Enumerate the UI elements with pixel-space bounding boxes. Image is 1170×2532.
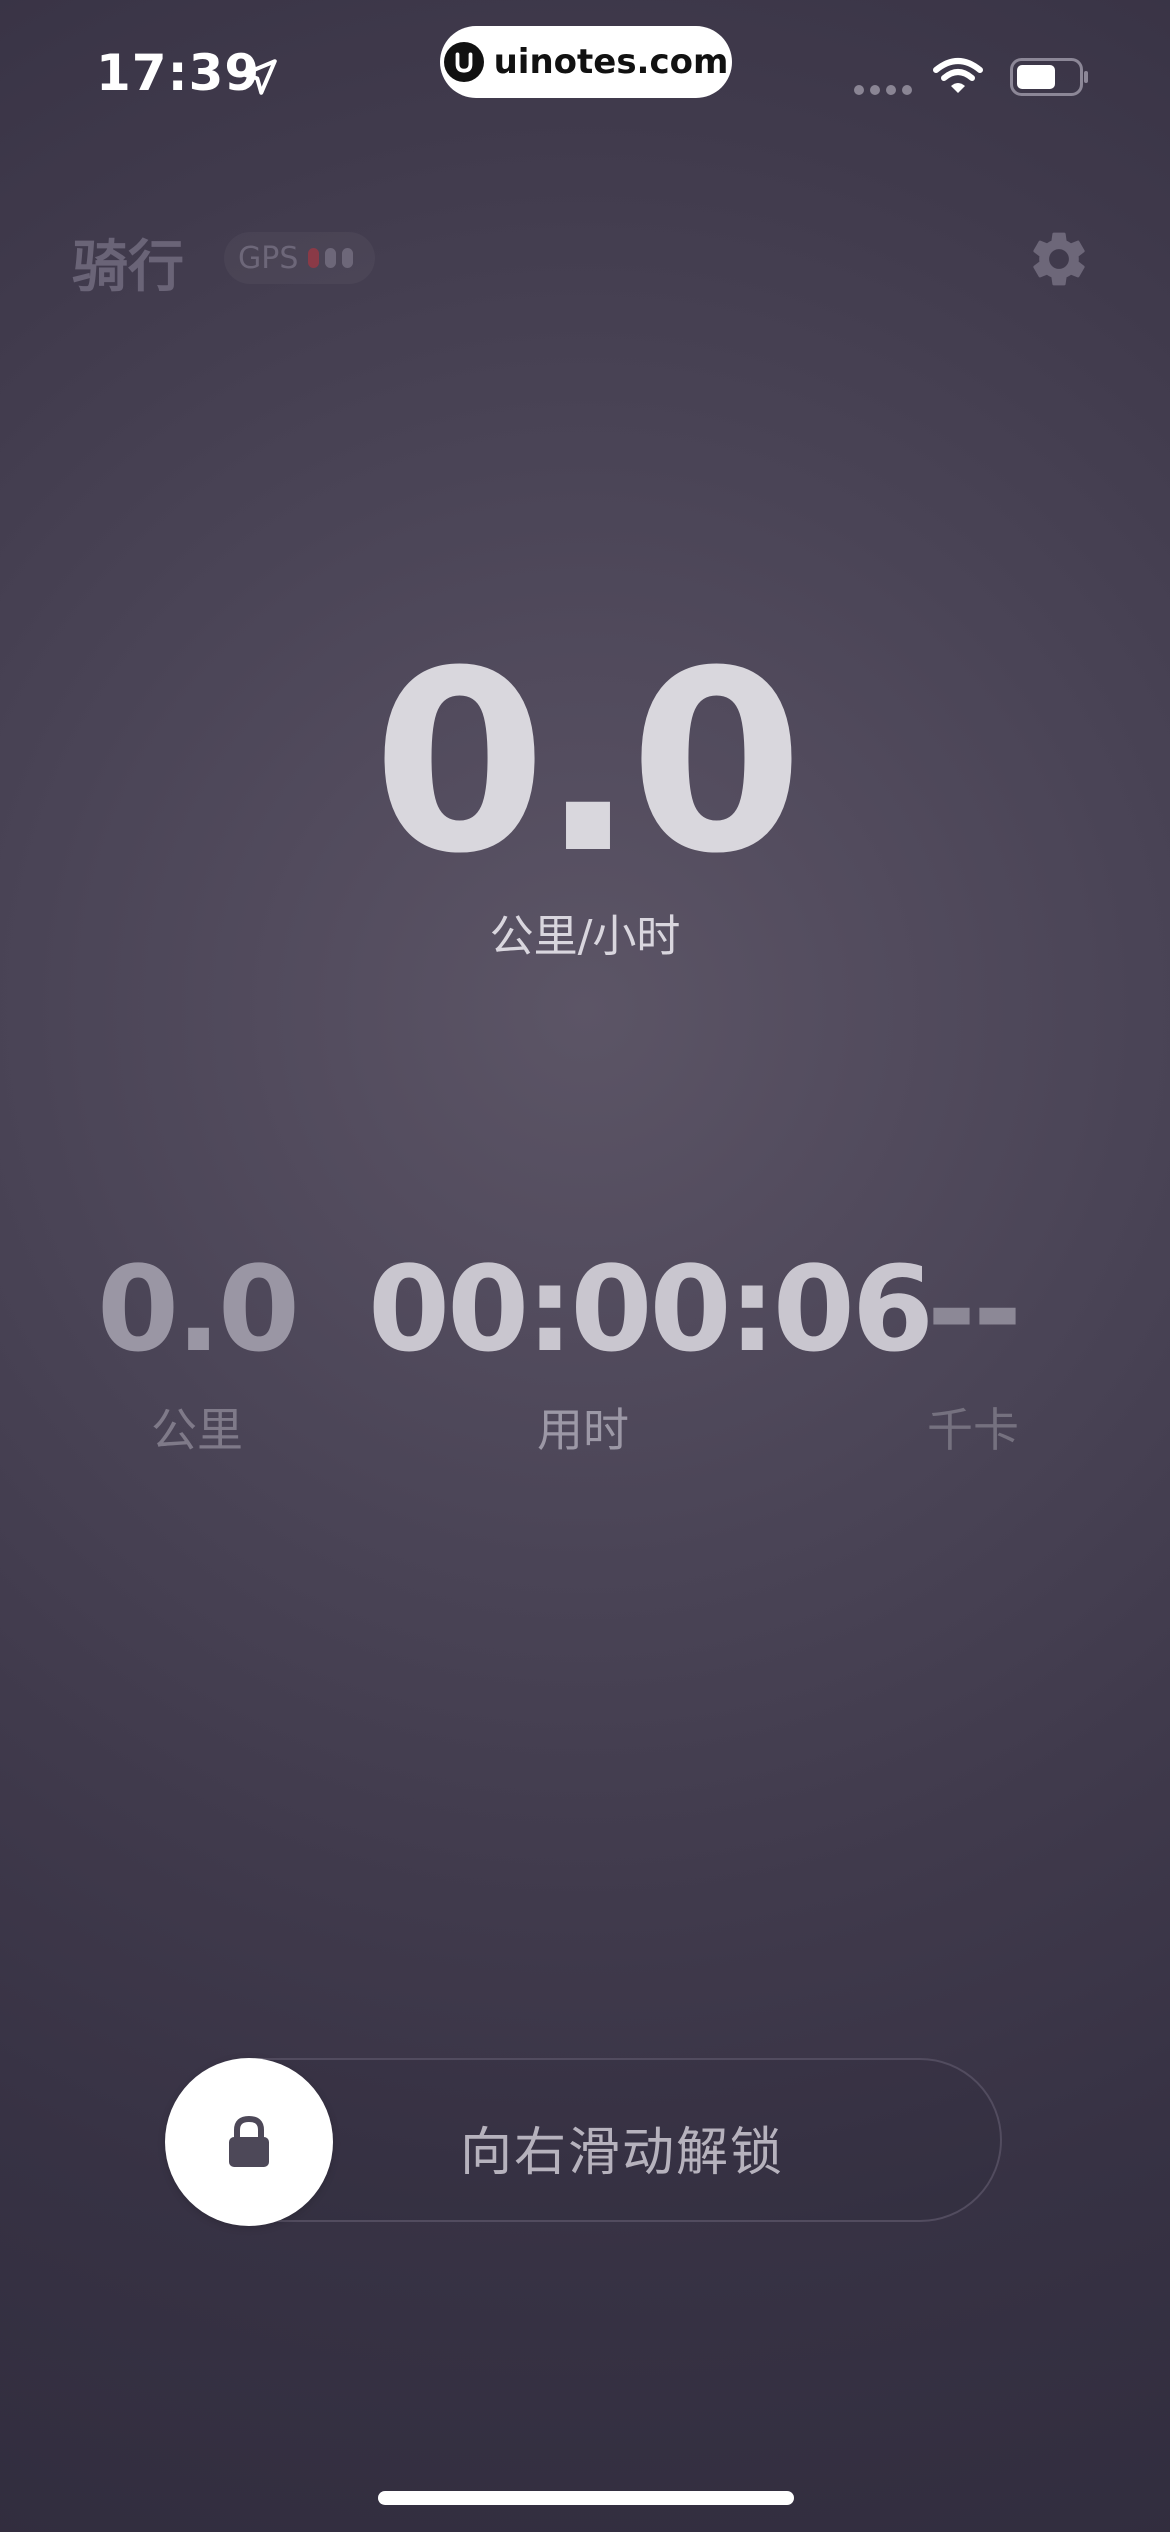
calories-value: --	[927, 1240, 1022, 1378]
page-title: 骑行	[72, 235, 184, 300]
watermark-badge: uinotes.com	[440, 26, 732, 98]
calories-label: 千卡	[927, 1403, 1019, 1457]
slide-to-unlock-handle[interactable]	[165, 2058, 333, 2226]
duration-label: 用时	[537, 1403, 629, 1457]
gps-signal-bars	[308, 248, 354, 268]
slide-to-unlock-label: 向右滑动解锁	[460, 2123, 785, 2183]
distance-value: 0.0	[96, 1240, 300, 1378]
gps-status-indicator: GPS	[224, 232, 376, 284]
gps-signal-dot	[342, 248, 354, 268]
battery-icon	[1010, 58, 1088, 96]
gps-signal-dot	[308, 248, 320, 268]
lock-icon	[229, 2115, 269, 2167]
riding-screen: 17:39 uinotes.com 骑行 GPS 0.0 公里/小时 0.0 公…	[0, 0, 1170, 2532]
location-arrow-icon	[241, 59, 277, 95]
wifi-icon	[933, 58, 983, 93]
speed-value: 0.0	[372, 617, 804, 908]
home-indicator[interactable]	[378, 2491, 794, 2505]
status-time: 17:39	[96, 44, 261, 102]
gear-icon[interactable]	[1026, 226, 1092, 292]
speed-unit: 公里/小时	[489, 911, 681, 962]
gps-label: GPS	[238, 240, 299, 276]
distance-label: 公里	[151, 1403, 243, 1457]
watermark-text: uinotes.com	[493, 42, 729, 82]
cellular-signal-icon	[854, 85, 912, 95]
duration-value: 00:00:06	[368, 1240, 934, 1378]
gps-signal-dot	[325, 248, 337, 268]
watermark-logo-icon	[443, 42, 484, 82]
